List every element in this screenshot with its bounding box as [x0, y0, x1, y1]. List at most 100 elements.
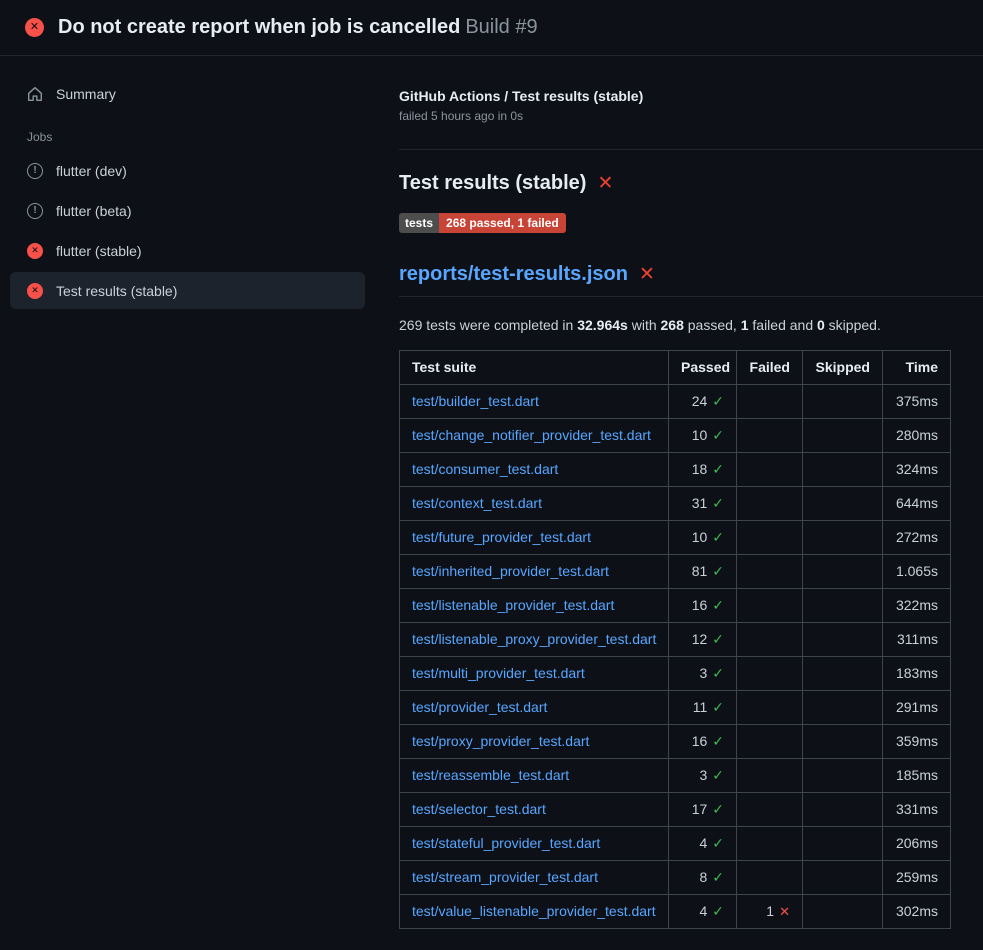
- skipped-cell: [803, 827, 883, 861]
- test-suite-link[interactable]: test/builder_test.dart: [412, 393, 539, 409]
- test-suite-link[interactable]: test/stream_provider_test.dart: [412, 869, 598, 885]
- check-icon: ✓: [712, 699, 724, 715]
- test-suite-link[interactable]: test/multi_provider_test.dart: [412, 665, 585, 681]
- passed-count: 31: [692, 495, 708, 511]
- time-cell: 185ms: [883, 759, 951, 793]
- time-cell: 206ms: [883, 827, 951, 861]
- test-suite-link[interactable]: test/inherited_provider_test.dart: [412, 563, 609, 579]
- suite-cell: test/change_notifier_provider_test.dart: [400, 419, 669, 453]
- suite-cell: test/value_listenable_provider_test.dart: [400, 895, 669, 929]
- section-heading: Test results (stable) ✕: [399, 172, 983, 195]
- test-suite-link[interactable]: test/reassemble_test.dart: [412, 767, 569, 783]
- test-suite-link[interactable]: test/listenable_provider_test.dart: [412, 597, 614, 613]
- suite-cell: test/provider_test.dart: [400, 691, 669, 725]
- table-row: test/change_notifier_provider_test.dart1…: [400, 419, 951, 453]
- sidebar-item-summary[interactable]: Summary: [10, 75, 365, 112]
- sidebar-job-test-results-stable[interactable]: ✕Test results (stable): [10, 272, 365, 309]
- sidebar-job-flutter-beta[interactable]: !flutter (beta): [10, 192, 365, 229]
- time-cell: 280ms: [883, 419, 951, 453]
- passed-cell: 24✓: [669, 385, 737, 419]
- suite-cell: test/consumer_test.dart: [400, 453, 669, 487]
- time-cell: 302ms: [883, 895, 951, 929]
- failed-cell: [737, 589, 803, 623]
- check-icon: ✓: [712, 495, 724, 511]
- check-icon: ✓: [712, 529, 724, 545]
- table-body: test/builder_test.dart24✓375mstest/chang…: [400, 385, 951, 929]
- test-suite-link[interactable]: test/future_provider_test.dart: [412, 529, 591, 545]
- test-suite-link[interactable]: test/change_notifier_provider_test.dart: [412, 427, 651, 443]
- badge-value: 268 passed, 1 failed: [439, 213, 566, 233]
- suite-cell: test/context_test.dart: [400, 487, 669, 521]
- skipped-cell: [803, 657, 883, 691]
- passed-count: 3: [699, 665, 707, 681]
- report-file-link[interactable]: reports/test-results.json: [399, 263, 628, 286]
- failed-count: 1: [766, 903, 774, 919]
- failed-cell: [737, 521, 803, 555]
- failed-cell: [737, 793, 803, 827]
- suite-cell: test/inherited_provider_test.dart: [400, 555, 669, 589]
- passed-cell: 3✓: [669, 759, 737, 793]
- skipped-cell: [803, 589, 883, 623]
- passed-count: 17: [692, 801, 708, 817]
- suite-cell: test/multi_provider_test.dart: [400, 657, 669, 691]
- check-icon: ✓: [712, 393, 724, 409]
- main-content: GitHub Actions / Test results (stable) f…: [375, 56, 983, 950]
- passed-count: 4: [699, 903, 707, 919]
- summary-text: 269 tests were completed in: [399, 317, 577, 333]
- time-cell: 259ms: [883, 861, 951, 895]
- test-suite-link[interactable]: test/selector_test.dart: [412, 801, 546, 817]
- passed-cell: 12✓: [669, 623, 737, 657]
- passed-count: 3: [699, 767, 707, 783]
- table-header-row: Test suitePassedFailedSkippedTime: [400, 351, 951, 385]
- job-label: flutter (beta): [56, 203, 131, 219]
- column-header: Test suite: [400, 351, 669, 385]
- passed-cell: 31✓: [669, 487, 737, 521]
- skipped-cell: [803, 759, 883, 793]
- failed-cell: [737, 827, 803, 861]
- check-icon: ✓: [712, 665, 724, 681]
- table-row: test/stateful_provider_test.dart4✓206ms: [400, 827, 951, 861]
- passed-cell: 4✓: [669, 895, 737, 929]
- time-cell: 331ms: [883, 793, 951, 827]
- check-icon: ✓: [712, 835, 724, 851]
- skipped-cell: [803, 453, 883, 487]
- column-header: Failed: [737, 351, 803, 385]
- passed-cell: 16✓: [669, 589, 737, 623]
- test-suite-link[interactable]: test/proxy_provider_test.dart: [412, 733, 589, 749]
- skipped-cell: [803, 691, 883, 725]
- check-icon: ✓: [712, 733, 724, 749]
- skipped-cell: [803, 385, 883, 419]
- home-icon: [27, 86, 43, 102]
- test-suite-link[interactable]: test/provider_test.dart: [412, 699, 547, 715]
- test-suite-link[interactable]: test/value_listenable_provider_test.dart: [412, 903, 656, 919]
- passed-count: 16: [692, 597, 708, 613]
- summary-passed-count: 268: [661, 317, 684, 333]
- tests-badge: tests 268 passed, 1 failed: [399, 213, 566, 233]
- table-row: test/proxy_provider_test.dart16✓359ms: [400, 725, 951, 759]
- table-row: test/listenable_provider_test.dart16✓322…: [400, 589, 951, 623]
- jobs-list: !flutter (dev)!flutter (beta)✕flutter (s…: [10, 152, 365, 309]
- suite-cell: test/stateful_provider_test.dart: [400, 827, 669, 861]
- failed-cell: [737, 861, 803, 895]
- sidebar-job-flutter-stable[interactable]: ✕flutter (stable): [10, 232, 365, 269]
- table-row: test/listenable_proxy_provider_test.dart…: [400, 623, 951, 657]
- suite-cell: test/stream_provider_test.dart: [400, 861, 669, 895]
- test-suite-link[interactable]: test/context_test.dart: [412, 495, 542, 511]
- summary-failed-count: 1: [741, 317, 749, 333]
- test-suite-link[interactable]: test/listenable_proxy_provider_test.dart: [412, 631, 656, 647]
- time-cell: 359ms: [883, 725, 951, 759]
- sidebar-job-flutter-dev[interactable]: !flutter (dev): [10, 152, 365, 189]
- x-icon: ✕: [779, 904, 790, 919]
- test-suite-link[interactable]: test/stateful_provider_test.dart: [412, 835, 600, 851]
- test-suite-link[interactable]: test/consumer_test.dart: [412, 461, 558, 477]
- passed-cell: 17✓: [669, 793, 737, 827]
- table-row: test/provider_test.dart11✓291ms: [400, 691, 951, 725]
- check-icon: ✓: [712, 461, 724, 477]
- time-cell: 272ms: [883, 521, 951, 555]
- x-icon: ✕: [597, 174, 613, 193]
- run-title: Do not create report when job is cancell…: [58, 16, 538, 39]
- suite-cell: test/builder_test.dart: [400, 385, 669, 419]
- suite-cell: test/proxy_provider_test.dart: [400, 725, 669, 759]
- section-heading-text: Test results (stable): [399, 172, 586, 195]
- passed-count: 81: [692, 563, 708, 579]
